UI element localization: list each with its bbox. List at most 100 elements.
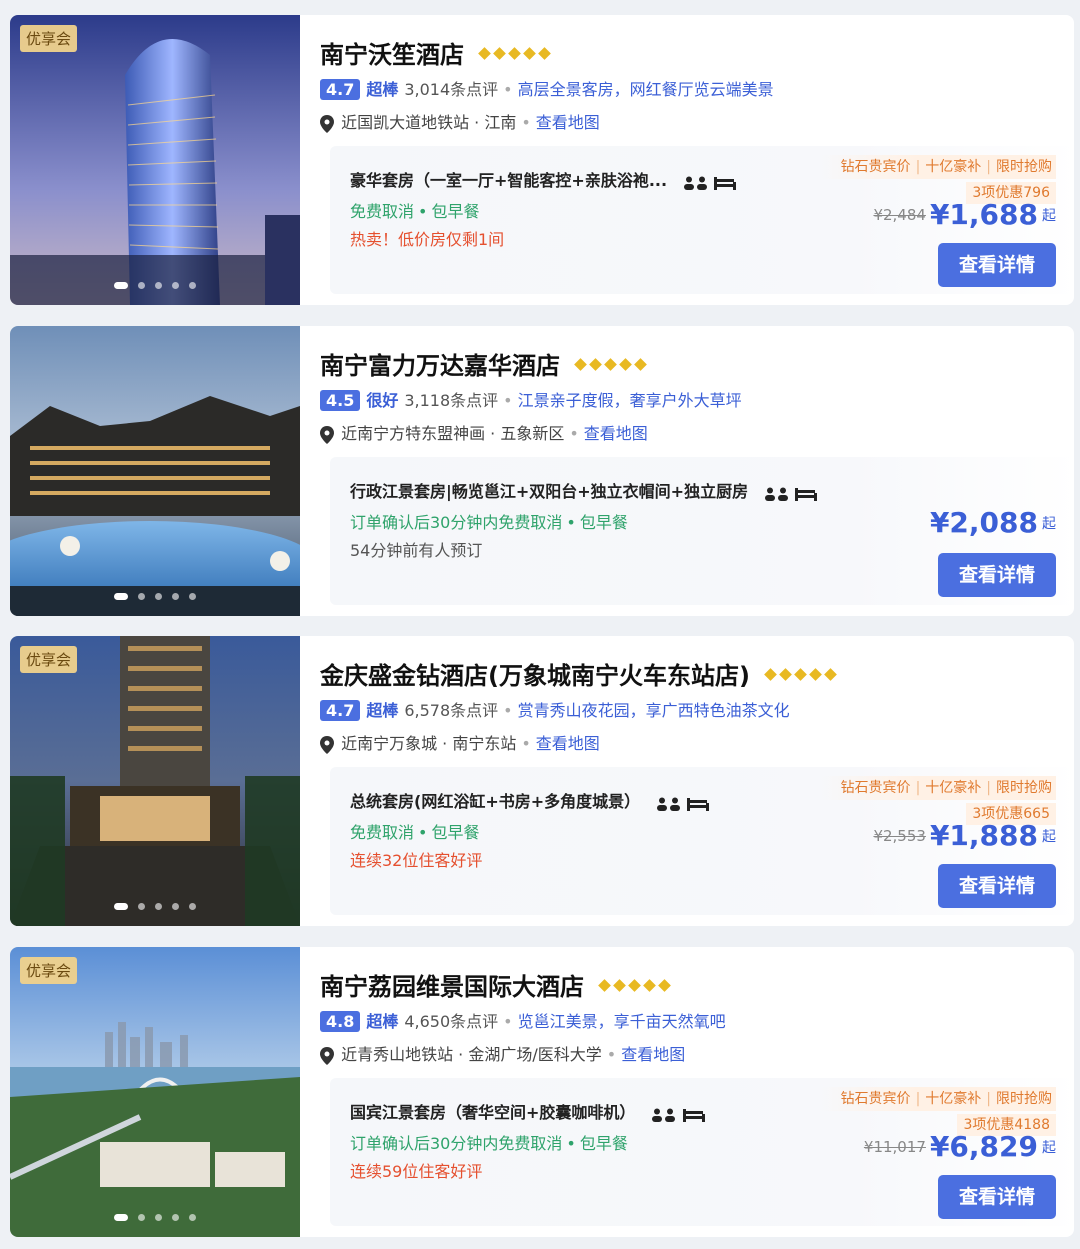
- diamond-icon: [574, 358, 587, 371]
- hotel-name[interactable]: 南宁富力万达嘉华酒店: [320, 352, 560, 380]
- review-count[interactable]: 6,578条点评: [404, 701, 498, 720]
- pin-icon: [320, 114, 334, 133]
- promo-tags: 钻石贵宾价 | 十亿豪补 | 限时抢购: [822, 155, 1056, 179]
- location-row: 近南宁方特东盟神画 · 五象新区 • 查看地图: [320, 420, 648, 444]
- view-map-link[interactable]: 查看地图: [621, 1045, 685, 1064]
- room-icons: [656, 793, 710, 812]
- hotel-photo[interactable]: [10, 326, 300, 616]
- score-label: 很好: [366, 391, 399, 410]
- original-price: ¥2,484: [873, 205, 926, 224]
- carousel-dots[interactable]: [10, 1206, 300, 1225]
- review-count[interactable]: 3,014条点评: [404, 80, 498, 99]
- room-name-row: 总统套房(网红浴缸+书房+多角度城景）: [350, 788, 710, 812]
- separator-dot: •: [521, 734, 531, 753]
- carousel-dot[interactable]: [189, 593, 196, 600]
- hotel-photo-image: [10, 636, 300, 926]
- hotel-name[interactable]: 南宁荔园维景国际大酒店: [320, 973, 584, 1001]
- perk-breakfast: 包早餐: [579, 513, 628, 532]
- carousel-dot[interactable]: [138, 593, 145, 600]
- view-details-button[interactable]: 查看详情: [938, 864, 1056, 908]
- hotel-card[interactable]: 南宁富力万达嘉华酒店 4.5 很好 3,118条点评 • 江景亲子度假，奢享户外大草坪 …: [10, 326, 1074, 616]
- hotel-info: 南宁富力万达嘉华酒店 4.5 很好 3,118条点评 • 江景亲子度假，奢享户外大草坪 …: [320, 326, 1074, 616]
- view-map-link[interactable]: 查看地图: [584, 424, 648, 443]
- view-details-button[interactable]: 查看详情: [938, 1175, 1056, 1219]
- hotel-name[interactable]: 金庆盛金钻酒店(万象城南宁火车东站店): [320, 662, 750, 690]
- carousel-dot[interactable]: [172, 1214, 179, 1221]
- carousel-dot[interactable]: [155, 1214, 162, 1221]
- score-badge: 4.5: [320, 390, 361, 411]
- separator-dot: •: [521, 113, 531, 132]
- carousel-dot[interactable]: [155, 593, 162, 600]
- hotel-card[interactable]: 优享会 南宁荔园维景国际大酒店 4.8 超棒 4,650条点评 • 览邕江美景，享千亩天…: [10, 947, 1074, 1237]
- diamond-icon: [613, 979, 626, 992]
- view-map-link[interactable]: 查看地图: [536, 113, 600, 132]
- hotel-title-row: 南宁沃笙酒店: [320, 35, 552, 69]
- promo-tags: 钻石贵宾价 | 十亿豪补 | 限时抢购: [822, 1087, 1056, 1111]
- hotel-photo[interactable]: 优享会: [10, 636, 300, 926]
- perk-cancel: 订单确认后30分钟内免费取消: [350, 1134, 563, 1153]
- carousel-dot[interactable]: [155, 282, 162, 289]
- review-count[interactable]: 3,118条点评: [404, 391, 498, 410]
- room-icons: [764, 483, 818, 502]
- rating-row: 4.5 很好 3,118条点评 • 江景亲子度假，奢享户外大草坪: [320, 387, 742, 411]
- room-name-row: 行政江景套房|畅览邕江+双阳台+独立衣帽间+独立厨房: [350, 478, 818, 502]
- diamond-icon: [779, 668, 792, 681]
- pin-icon: [320, 1046, 334, 1065]
- carousel-dot[interactable]: [172, 282, 179, 289]
- promo-tag: 十亿豪补: [925, 780, 982, 796]
- hotel-name[interactable]: 南宁沃笙酒店: [320, 41, 464, 69]
- room-perks: 订单确认后30分钟内免费取消 • 包早餐: [350, 509, 628, 533]
- carousel-dots[interactable]: [10, 274, 300, 293]
- price-row: ¥2,484 ¥1,688 起: [873, 198, 1056, 231]
- carousel-dot[interactable]: [172, 593, 179, 600]
- carousel-dot[interactable]: [189, 282, 196, 289]
- price-suffix: 起: [1042, 515, 1056, 532]
- review-count[interactable]: 4,650条点评: [404, 1012, 498, 1031]
- hotel-card[interactable]: 优享会 金庆盛金钻酒店(万象城南宁火车东站店) 4.7 超棒 6,578条点评 • 赏青…: [10, 636, 1074, 926]
- carousel-dot[interactable]: [138, 903, 145, 910]
- separator-dot: •: [569, 424, 579, 443]
- price-row: ¥11,017 ¥6,829 起: [864, 1130, 1056, 1163]
- rating-row: 4.8 超棒 4,650条点评 • 览邕江美景，享千亩天然氧吧: [320, 1008, 726, 1032]
- perk-breakfast: 包早餐: [431, 823, 480, 842]
- location-text: 近南宁万象城 · 南宁东站: [341, 734, 517, 753]
- carousel-dots[interactable]: [10, 585, 300, 604]
- diamond-icon: [809, 668, 822, 681]
- promo-tag: 十亿豪补: [925, 1091, 982, 1107]
- carousel-dot[interactable]: [114, 1214, 128, 1221]
- room-icons: [683, 172, 737, 191]
- hotel-photo[interactable]: 优享会: [10, 947, 300, 1237]
- carousel-dot[interactable]: [114, 903, 128, 910]
- price-row: ¥2,553 ¥1,888 起: [873, 819, 1056, 852]
- diamond-icon: [619, 358, 632, 371]
- diamond-rating: [597, 975, 672, 994]
- view-map-link[interactable]: 查看地图: [536, 734, 600, 753]
- view-details-button[interactable]: 查看详情: [938, 243, 1056, 287]
- carousel-dot[interactable]: [138, 282, 145, 289]
- bed-icon: [687, 797, 710, 811]
- member-badge: 优享会: [20, 25, 78, 52]
- view-details-button[interactable]: 查看详情: [938, 553, 1056, 597]
- hotel-photo-image: [10, 326, 300, 616]
- hotel-blurb: 高层全景客房，网红餐厅览云端美景: [517, 80, 774, 99]
- carousel-dot[interactable]: [155, 903, 162, 910]
- promo-tag: 限时抢购: [996, 780, 1052, 796]
- location-row: 近国凯大道地铁站 · 江南 • 查看地图: [320, 109, 600, 133]
- separator-dot: •: [503, 80, 513, 99]
- carousel-dot[interactable]: [114, 282, 128, 289]
- carousel-dot[interactable]: [114, 593, 128, 600]
- rating-row: 4.7 超棒 6,578条点评 • 赏青秀山夜花园，享广西特色油茶文化: [320, 697, 790, 721]
- room-name-row: 国宾江景套房（奢华空间+胶囊咖啡机）: [350, 1099, 705, 1123]
- price-suffix: 起: [1042, 207, 1056, 224]
- carousel-dot[interactable]: [189, 903, 196, 910]
- hotel-card[interactable]: 优享会 南宁沃笙酒店 4.7 超棒 3,014条点评 • 高层全景客房，网红餐厅览云端美…: [10, 15, 1074, 305]
- carousel-dot[interactable]: [172, 903, 179, 910]
- carousel-dot[interactable]: [189, 1214, 196, 1221]
- carousel-dot[interactable]: [138, 1214, 145, 1221]
- price: ¥1,688: [929, 198, 1038, 231]
- carousel-dots[interactable]: [10, 895, 300, 914]
- hotel-photo[interactable]: 优享会: [10, 15, 300, 305]
- separator-dot: •: [503, 391, 513, 410]
- location-text: 近青秀山地铁站 · 金湖广场/医科大学: [341, 1045, 602, 1064]
- bed-icon: [714, 176, 737, 190]
